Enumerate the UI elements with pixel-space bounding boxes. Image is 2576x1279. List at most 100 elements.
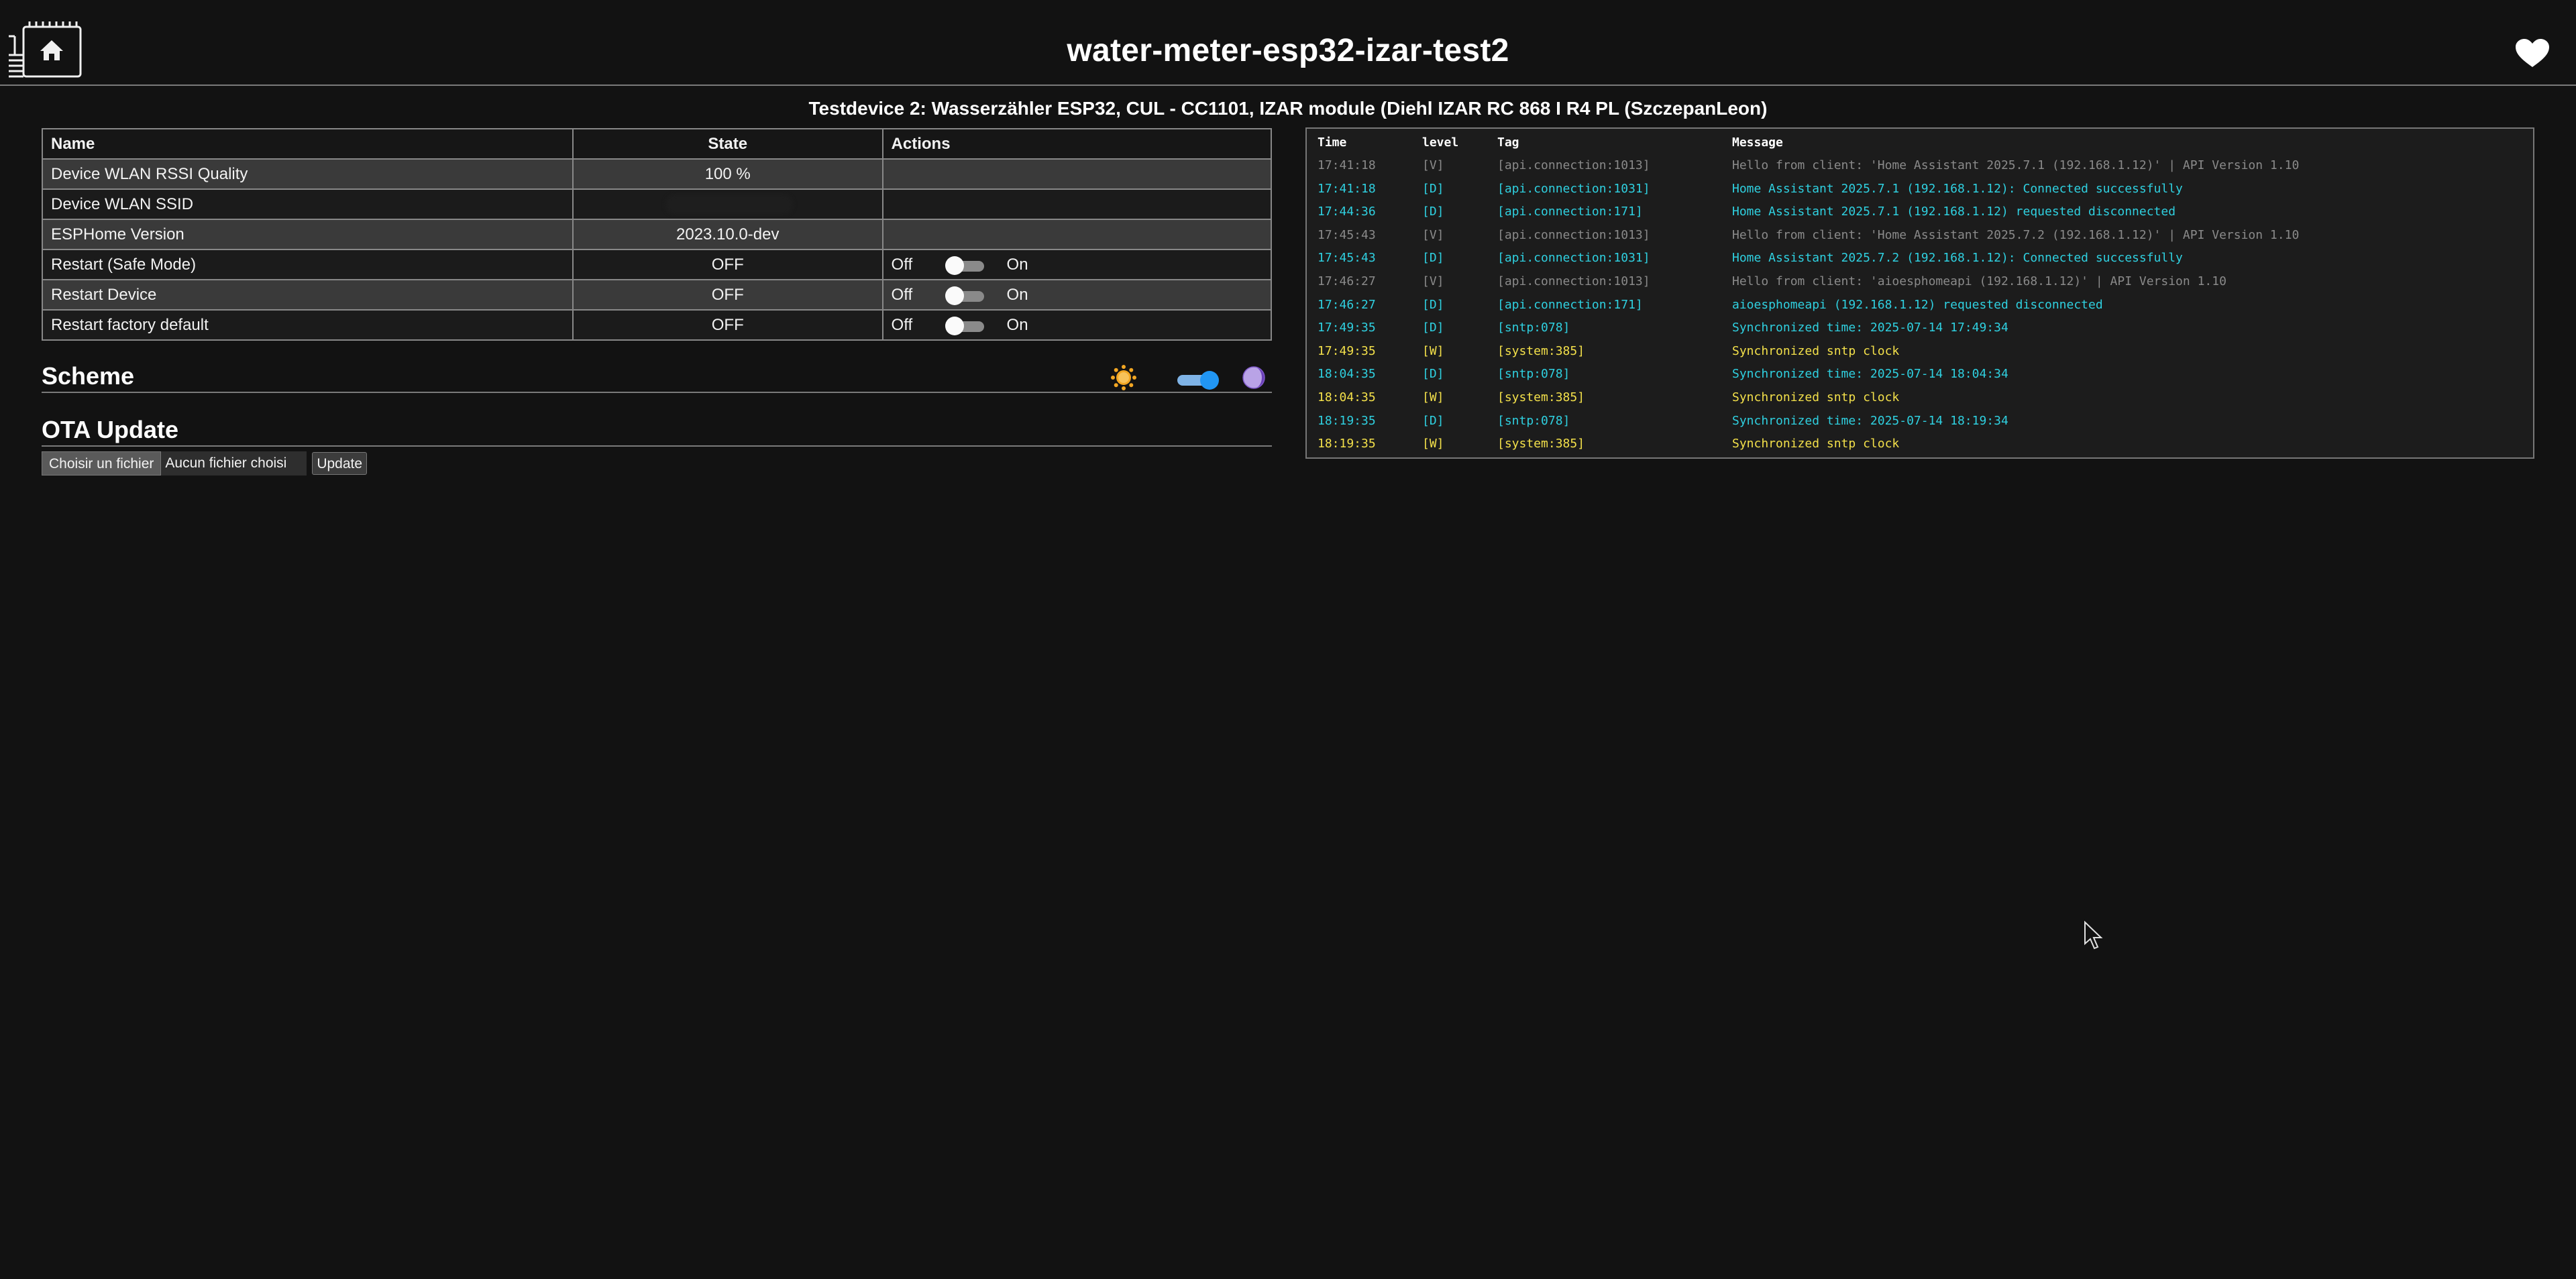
column-header-name: Name — [42, 128, 574, 160]
entity-row-restart-factory-default: Restart factory default OFF Off On — [42, 309, 1273, 341]
log-message: Synchronized sntp clock — [1732, 390, 1900, 404]
page-title: water-meter-esp32-izar-test2 — [1067, 33, 1509, 68]
log-entry: 17:41:18 [V] [api.connection:1013] Hello fr… — [1307, 158, 2533, 178]
column-header-state: State — [572, 128, 883, 160]
log-time: 17:44:36 — [1318, 205, 1376, 219]
entity-name: Restart Device — [42, 279, 574, 311]
device-description: Testdevice 2: Wasserzähler ESP32, CUL - … — [808, 98, 1768, 119]
log-tag: [system:385] — [1497, 390, 1585, 404]
entity-state-redacted — [572, 188, 883, 220]
log-header-level: level — [1422, 135, 1459, 150]
log-time: 17:45:43 — [1318, 227, 1376, 242]
sun-icon — [1111, 365, 1136, 390]
update-button[interactable]: Update — [312, 452, 368, 475]
log-tag: [system:385] — [1497, 437, 1585, 451]
entity-state: 2023.10.0-dev — [572, 219, 883, 250]
log-tag: [api.connection:1031] — [1497, 251, 1650, 266]
entity-actions — [881, 219, 1273, 250]
log-tag: [api.connection:1013] — [1497, 274, 1650, 288]
log-entry: 17:44:36 [D] [api.connection:171] Home Assi… — [1307, 205, 2533, 225]
log-message: aioesphomeapi (192.168.1.12) requested d… — [1732, 297, 2103, 312]
log-message: Home Assistant 2025.7.2 (192.168.1.12): … — [1732, 251, 2183, 266]
log-header-row: Time level Tag Message — [1307, 135, 2533, 156]
choose-file-button[interactable]: Choisir un fichier — [42, 451, 162, 476]
log-level: [D] — [1422, 181, 1444, 196]
entity-table: Name State Actions Device WLAN RSSI Qual… — [42, 128, 1273, 341]
log-time: 17:49:35 — [1318, 321, 1376, 335]
log-entry: 18:04:35 [D] [sntp:078] Synchronized time: … — [1307, 367, 2533, 387]
log-entry: 17:45:43 [V] [api.connection:1013] Hello fr… — [1307, 228, 2533, 248]
selected-file-label: Aucun fichier choisi — [161, 451, 307, 476]
log-time: 18:04:35 — [1318, 390, 1376, 404]
log-tag: [api.connection:171] — [1497, 205, 1643, 219]
restart-device-switch[interactable] — [945, 286, 984, 305]
entity-name: Device WLAN SSID — [42, 188, 574, 220]
log-message: Synchronized sntp clock — [1732, 437, 1900, 451]
log-level: [W] — [1422, 390, 1444, 404]
log-level: [D] — [1422, 251, 1444, 266]
column-header-actions: Actions — [881, 128, 1273, 160]
log-entry: 17:49:35 [D] [sntp:078] Synchronized time: … — [1307, 321, 2533, 341]
log-level: [D] — [1422, 413, 1444, 428]
switch-on-label: On — [1006, 285, 1028, 304]
entity-row-restart-safe-mode: Restart (Safe Mode) OFF Off On — [42, 249, 1273, 280]
log-level: [V] — [1422, 158, 1444, 172]
entity-state: OFF — [572, 249, 883, 280]
restart-factory-default-switch[interactable] — [945, 316, 984, 335]
switch-on-label: On — [1006, 255, 1028, 274]
entity-name: Restart factory default — [42, 309, 574, 341]
log-message: Hello from client: 'Home Assistant 2025.… — [1732, 158, 2300, 172]
redaction-blur — [665, 194, 793, 215]
entity-name: ESPHome Version — [42, 219, 574, 250]
switch-off-label: Off — [891, 285, 913, 304]
log-panel[interactable]: Time level Tag Message 17:41:18 [V] [api.c… — [1305, 127, 2534, 459]
entity-name: Device WLAN RSSI Quality — [42, 158, 574, 190]
entity-actions — [881, 158, 1273, 190]
entity-row-rssi: Device WLAN RSSI Quality 100 % — [42, 158, 1273, 190]
entity-actions: Off On — [881, 279, 1273, 311]
entity-state: OFF — [572, 309, 883, 341]
moon-icon — [1242, 366, 1265, 389]
log-message: Synchronized time: 2025-07-14 17:49:34 — [1732, 321, 2008, 335]
switch-on-label: On — [1006, 315, 1028, 334]
switch-off-label: Off — [891, 255, 913, 274]
log-level: [D] — [1422, 321, 1444, 335]
log-message: Synchronized time: 2025-07-14 18:04:34 — [1732, 367, 2008, 382]
ota-form: Choisir un fichier Aucun fichier choisi … — [42, 451, 368, 476]
entity-row-ssid: Device WLAN SSID — [42, 188, 1273, 220]
entity-table-header-row: Name State Actions — [42, 128, 1273, 160]
log-level: [W] — [1422, 437, 1444, 451]
log-entry: 18:04:35 [W] [system:385] Synchronized sntp… — [1307, 390, 2533, 410]
log-level: [D] — [1422, 367, 1444, 382]
log-header-time: Time — [1318, 135, 1347, 150]
heart-icon[interactable] — [2516, 39, 2549, 68]
page-header: water-meter-esp32-izar-test2 — [0, 0, 2576, 86]
log-entry: 18:19:35 [W] [system:385] Synchronized sntp… — [1307, 437, 2533, 457]
log-time: 17:41:18 — [1318, 181, 1376, 196]
log-tag: [sntp:078] — [1497, 413, 1570, 428]
log-time: 18:19:35 — [1318, 413, 1376, 428]
entity-state: 100 % — [572, 158, 883, 190]
log-time: 17:46:27 — [1318, 274, 1376, 288]
restart-safe-mode-switch[interactable] — [945, 256, 984, 275]
color-scheme-toggle[interactable] — [1177, 371, 1219, 390]
log-message: Home Assistant 2025.7.1 (192.168.1.12) r… — [1732, 205, 2176, 219]
log-entry: 17:49:35 [W] [system:385] Synchronized sntp… — [1307, 344, 2533, 364]
log-time: 17:49:35 — [1318, 343, 1376, 358]
log-tag: [system:385] — [1497, 343, 1585, 358]
entity-row-esphome-version: ESPHome Version 2023.10.0-dev — [42, 219, 1273, 250]
log-entry: 17:45:43 [D] [api.connection:1031] Home Ass… — [1307, 251, 2533, 271]
log-tag: [api.connection:1013] — [1497, 227, 1650, 242]
log-tag: [sntp:078] — [1497, 321, 1570, 335]
log-level: [D] — [1422, 297, 1444, 312]
entity-actions: Off On — [881, 249, 1273, 280]
log-time: 18:19:35 — [1318, 437, 1376, 451]
log-level: [D] — [1422, 205, 1444, 219]
entity-name: Restart (Safe Mode) — [42, 249, 574, 280]
log-header-tag: Tag — [1497, 135, 1519, 150]
esphome-web-page: water-meter-esp32-izar-test2 Testdevice … — [0, 0, 2576, 1279]
log-time: 17:41:18 — [1318, 158, 1376, 172]
entity-row-restart-device: Restart Device OFF Off On — [42, 279, 1273, 311]
mouse-cursor-icon — [2084, 921, 2103, 950]
log-tag: [api.connection:1013] — [1497, 158, 1650, 172]
